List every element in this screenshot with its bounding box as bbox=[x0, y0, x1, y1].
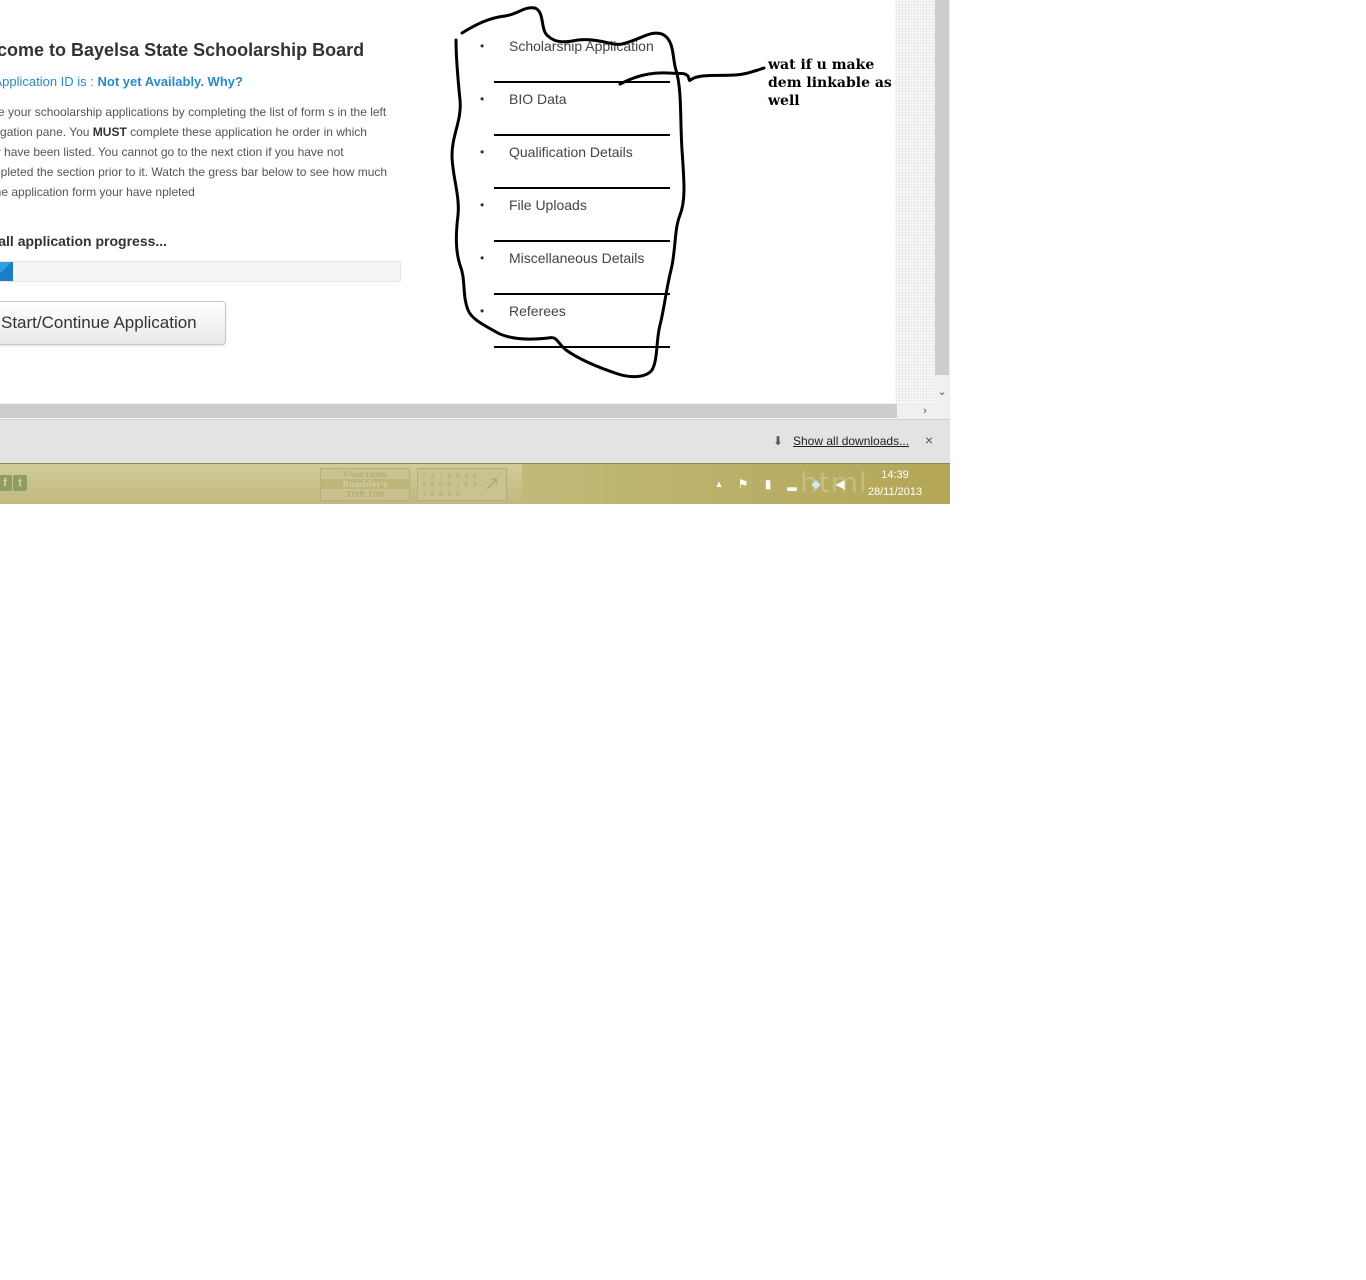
nav-item-file-uploads[interactable]: • File Uploads bbox=[480, 189, 670, 242]
downloads-bar: ⬇ Show all downloads... × bbox=[0, 419, 950, 463]
nav-item-bio-data[interactable]: • BIO Data bbox=[480, 83, 670, 136]
bullet-icon: • bbox=[480, 145, 485, 159]
signal-icon[interactable]: ▂ bbox=[785, 477, 799, 491]
nav-item-qualification-details[interactable]: • Qualification Details bbox=[480, 136, 670, 189]
rambler-line: TOP 100 bbox=[345, 489, 385, 499]
bullet-icon: • bbox=[480, 304, 485, 318]
dropbox-icon[interactable]: ◆ bbox=[809, 477, 823, 491]
nav-item-label: File Uploads bbox=[509, 197, 587, 213]
vertical-scrollbar[interactable]: ⌄ bbox=[934, 0, 950, 403]
rambler-line: Участник bbox=[342, 469, 388, 479]
battery-icon[interactable]: ▮ bbox=[761, 477, 775, 491]
progress-bar bbox=[0, 261, 401, 282]
application-id-line: ur Application ID is : Not yet Availably… bbox=[0, 74, 243, 89]
nav-item-label: Referees bbox=[509, 303, 566, 319]
bullet-icon: • bbox=[480, 92, 485, 106]
rambler-line: Rambler's bbox=[321, 479, 409, 489]
bullet-icon: • bbox=[480, 198, 485, 212]
application-id-label: ur Application ID is : bbox=[0, 74, 94, 89]
progress-bar-fill bbox=[0, 262, 14, 281]
horizontal-scrollbar-thumb[interactable] bbox=[0, 404, 897, 418]
bullet-icon: • bbox=[480, 251, 485, 265]
progress-title: erall application progress... bbox=[0, 233, 168, 249]
flag-icon[interactable]: ⚑ bbox=[736, 477, 750, 491]
intro-text-bold: MUST bbox=[92, 125, 127, 139]
nav-item-scholarship-application[interactable]: • Scholarship Application bbox=[480, 30, 670, 83]
close-icon[interactable]: × bbox=[925, 432, 933, 448]
rambler-top100-badge[interactable]: Участник Rambler's TOP 100 bbox=[320, 468, 410, 501]
nav-item-referees[interactable]: • Referees bbox=[480, 295, 670, 348]
application-id-status-link[interactable]: Not yet Availably. Why? bbox=[98, 74, 243, 89]
page-gutter bbox=[895, 0, 934, 403]
nav-item-miscellaneous-details[interactable]: • Miscellaneous Details bbox=[480, 242, 670, 295]
volume-icon[interactable]: ◀ bbox=[833, 477, 847, 491]
clock-time[interactable]: 14:39 bbox=[866, 469, 924, 481]
page-title: elcome to Bayelsa State Schoolarship Boa… bbox=[0, 40, 365, 60]
intro-paragraph: nage your schoolarship applications by c… bbox=[0, 102, 390, 202]
browser-viewport: elcome to Bayelsa State Schoolarship Boa… bbox=[0, 0, 950, 403]
counter-digits: 7 3 7 6 6 4 0 0 0 0 0 1 6 3 3 0 0 8 0 bbox=[422, 472, 477, 498]
facebook-icon[interactable]: f bbox=[0, 475, 12, 491]
nav-item-label: BIO Data bbox=[509, 91, 567, 107]
section-nav-list: • Scholarship Application • BIO Data • Q… bbox=[480, 30, 670, 348]
chevron-right-icon[interactable]: › bbox=[917, 403, 933, 419]
bullet-icon: • bbox=[480, 39, 485, 53]
annotation-note: wat if u make dem linkable as well bbox=[768, 57, 892, 109]
tray-arrow-up-icon[interactable]: ▲ bbox=[712, 477, 726, 491]
visitor-counter-badge[interactable]: 7 3 7 6 6 4 0 0 0 0 0 1 6 3 3 0 0 8 0 ↗ bbox=[417, 468, 507, 501]
chevron-down-icon[interactable]: ⌄ bbox=[934, 384, 950, 400]
nav-item-label: Qualification Details bbox=[509, 144, 633, 160]
clock-date[interactable]: 28/11/2013 bbox=[862, 486, 928, 498]
windows-taskbar: f t Участник Rambler's TOP 100 7 3 7 6 6… bbox=[0, 463, 950, 504]
start-continue-application-button[interactable]: Start/Continue Application bbox=[0, 301, 226, 345]
arrow-up-right-icon: ↗ bbox=[483, 473, 500, 495]
nav-item-label: Miscellaneous Details bbox=[509, 250, 645, 266]
horizontal-scrollbar[interactable]: › bbox=[0, 403, 950, 419]
download-arrow-icon: ⬇ bbox=[773, 434, 784, 448]
show-all-downloads-link[interactable]: Show all downloads... bbox=[793, 434, 909, 448]
vertical-scrollbar-thumb[interactable] bbox=[935, 0, 949, 375]
nav-item-label: Scholarship Application bbox=[509, 38, 654, 54]
taskbar-apps-area: f t Участник Rambler's TOP 100 7 3 7 6 6… bbox=[0, 464, 522, 504]
twitter-icon[interactable]: t bbox=[13, 475, 27, 491]
